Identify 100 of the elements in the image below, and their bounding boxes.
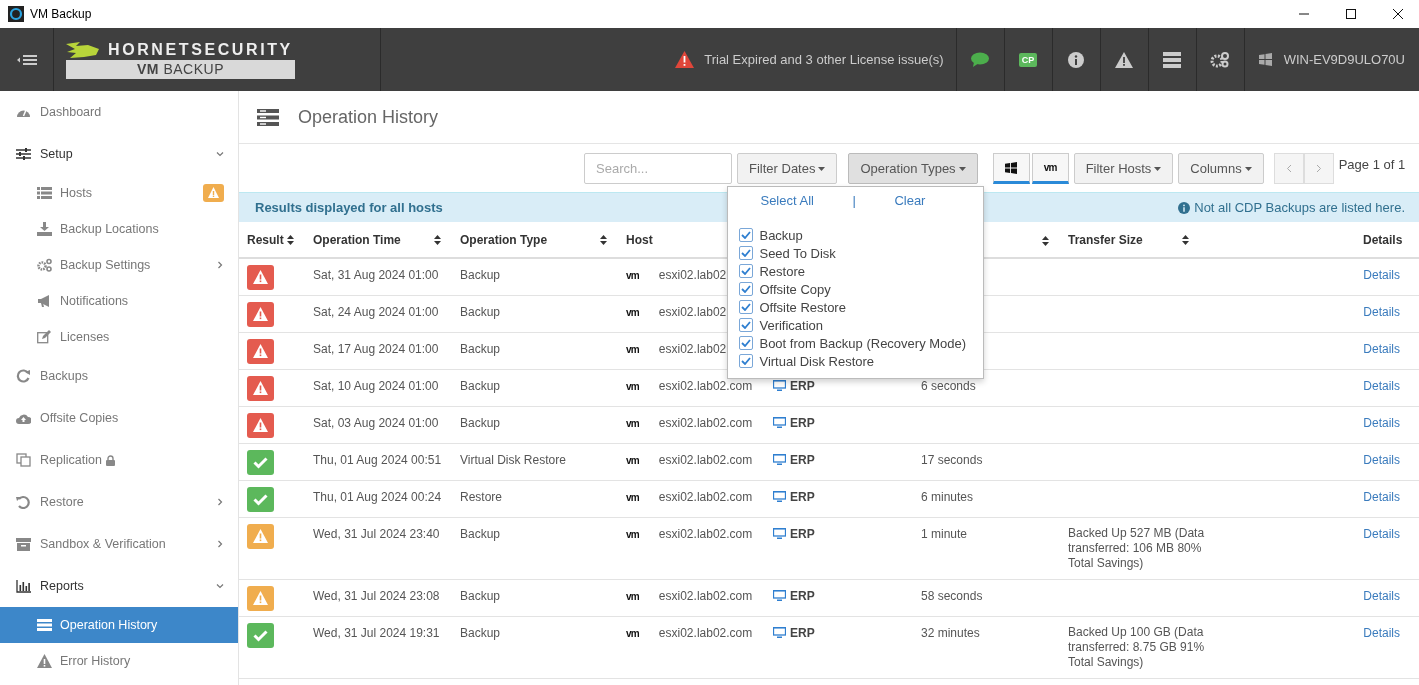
details-link[interactable]: Details: [1363, 527, 1400, 541]
windows-filter-button[interactable]: [992, 153, 1030, 184]
sidebar-item[interactable]: Setup: [0, 133, 238, 175]
sidebar-item[interactable]: Backups: [0, 355, 238, 397]
details-link[interactable]: Details: [1363, 416, 1400, 430]
warning-icon: [247, 524, 274, 549]
sidebar-item[interactable]: Hosts: [0, 175, 238, 211]
vm-name[interactable]: ERP: [790, 453, 815, 467]
vm-name[interactable]: ERP: [790, 527, 815, 541]
column-header: Details: [1363, 232, 1403, 247]
details-link[interactable]: Details: [1363, 490, 1400, 504]
maximize-icon[interactable]: [1345, 8, 1357, 20]
checkbox[interactable]: [739, 336, 754, 350]
columns-button[interactable]: Columns: [1178, 153, 1264, 184]
details-link[interactable]: Details: [1363, 379, 1400, 393]
platform-logo: vm: [626, 591, 639, 602]
sidebar-item[interactable]: Replication: [0, 439, 238, 481]
option-label[interactable]: Offsite Copy: [759, 281, 831, 297]
chevron-right-icon: [216, 261, 224, 269]
monitor-icon: [773, 454, 786, 465]
server-icon[interactable]: [1163, 51, 1182, 68]
chevron-right-icon: [216, 540, 224, 548]
checkbox[interactable]: [739, 246, 754, 260]
sort-icon[interactable]: [600, 234, 607, 245]
platform-logo: vm: [626, 344, 639, 355]
vm-name[interactable]: ERP: [790, 589, 815, 603]
sidebar-item[interactable]: Dashboard: [0, 91, 238, 133]
close-icon[interactable]: [1392, 8, 1404, 20]
host-name: esxi02.lab02.com: [658, 379, 753, 393]
sort-icon[interactable]: [287, 234, 294, 245]
monitor-icon: [773, 528, 786, 539]
vm-name[interactable]: ERP: [790, 626, 815, 640]
windows-icon: [1005, 161, 1018, 174]
checkbox[interactable]: [739, 282, 754, 296]
host-name: esxi02.lab02: [658, 305, 727, 319]
column-header[interactable]: Result: [247, 232, 284, 247]
checkbox[interactable]: [739, 300, 754, 314]
chevron-left-icon: [1285, 164, 1292, 173]
sidebar-item[interactable]: Notifications: [0, 283, 238, 319]
option-label[interactable]: Virtual Disk Restore: [759, 353, 875, 369]
sort-icon[interactable]: [434, 234, 441, 245]
details-link[interactable]: Details: [1363, 626, 1400, 640]
column-header[interactable]: Operation Type: [460, 232, 548, 247]
checkbox[interactable]: [739, 318, 754, 332]
vm-filter-button[interactable]: vm: [1031, 153, 1069, 184]
sidebar-item[interactable]: Sandbox & Verification: [0, 523, 238, 565]
duration: 17 seconds: [921, 453, 983, 467]
details-link[interactable]: Details: [1363, 268, 1400, 282]
filter-dates-button[interactable]: Filter Dates: [737, 153, 838, 184]
warning-icon[interactable]: [1115, 51, 1134, 68]
sort-icon[interactable]: [1042, 235, 1049, 246]
checkbox[interactable]: [739, 354, 754, 368]
duration: 58 seconds: [921, 589, 983, 603]
search-field[interactable]: Search...: [584, 153, 732, 184]
chevron-right-icon: [216, 498, 224, 506]
column-header[interactable]: Transfer Size: [1068, 232, 1143, 247]
license-alert[interactable]: Trial Expired and 3 other License issue(s): [704, 52, 944, 67]
menu-icon[interactable]: [16, 53, 37, 66]
banner-note: Not all CDP Backups are listed here.: [1194, 200, 1405, 215]
column-header[interactable]: Operation Time: [313, 232, 401, 247]
sidebar-item[interactable]: Reports: [0, 565, 238, 607]
details-link[interactable]: Details: [1363, 342, 1400, 356]
checkbox[interactable]: [739, 264, 754, 278]
banner-text: Results displayed for all hosts: [255, 200, 443, 215]
chat-icon[interactable]: [971, 52, 990, 67]
operation-type: Backup: [460, 342, 501, 356]
select-all-link[interactable]: Select All: [760, 193, 814, 208]
sidebar-item[interactable]: Restore: [0, 481, 238, 523]
sidebar-item[interactable]: Backup Locations: [0, 211, 238, 247]
sidebar-item[interactable]: Backup Settings: [0, 247, 238, 283]
filter-hosts-button[interactable]: Filter Hosts: [1073, 153, 1174, 184]
details-link[interactable]: Details: [1363, 305, 1400, 319]
option-label[interactable]: Boot from Backup (Recovery Mode): [759, 335, 967, 351]
vm-name[interactable]: ERP: [790, 490, 815, 504]
vm-name[interactable]: ERP: [790, 379, 815, 393]
operation-type: Backup: [460, 305, 501, 319]
option-label[interactable]: Restore: [759, 263, 805, 279]
clear-link[interactable]: Clear: [894, 193, 926, 208]
caret-icon: [1154, 166, 1162, 171]
option-label[interactable]: Verification: [759, 317, 824, 333]
option-label[interactable]: Backup: [759, 227, 803, 243]
sidebar-item[interactable]: Licenses: [0, 319, 238, 355]
option-label[interactable]: Offsite Restore: [759, 299, 846, 315]
operation-time: Sat, 03 Aug 2024 01:00: [313, 416, 439, 430]
sort-icon[interactable]: [1182, 234, 1189, 245]
vm-name[interactable]: ERP: [790, 416, 815, 430]
details-link[interactable]: Details: [1363, 589, 1400, 603]
details-link[interactable]: Details: [1363, 453, 1400, 467]
sidebar-item[interactable]: Offsite Copies: [0, 397, 238, 439]
operation-type: Backup: [460, 379, 501, 393]
warning-icon: [247, 339, 274, 364]
sidebar-item[interactable]: Error History: [0, 643, 238, 679]
platform-logo: vm: [626, 381, 639, 392]
operation-types-button[interactable]: Operation Types: [848, 153, 978, 184]
option-label[interactable]: Seed To Disk: [759, 245, 836, 261]
info-icon[interactable]: [1068, 51, 1085, 68]
checkbox[interactable]: [739, 228, 754, 242]
host-name[interactable]: WIN-EV9D9ULO70U: [1283, 52, 1405, 67]
sidebar-item[interactable]: Operation History: [0, 607, 238, 643]
monitor-icon: [773, 380, 786, 391]
